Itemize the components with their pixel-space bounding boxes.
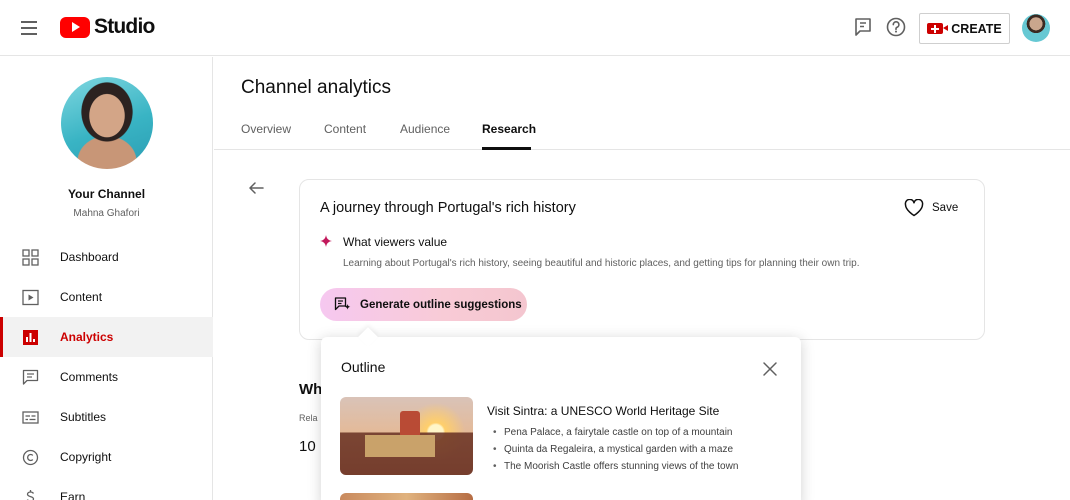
- outline-title: Outline: [341, 359, 386, 375]
- save-label: Save: [932, 202, 959, 214]
- sidebar-item-analytics[interactable]: Analytics: [0, 317, 213, 357]
- subtitles-icon: [22, 411, 39, 424]
- viewers-value-text: Learning about Portugal's rich history, …: [343, 258, 860, 269]
- outline-bullet: Quinta da Regaleira, a mystical garden w…: [493, 441, 738, 458]
- save-button[interactable]: Save: [904, 199, 958, 217]
- tab-audience[interactable]: Audience: [400, 122, 450, 136]
- viewers-value-heading: What viewers value: [343, 235, 448, 249]
- topic-title: A journey through Portugal's rich histor…: [320, 200, 576, 216]
- analytics-tabs: Overview Content Audience Research: [214, 110, 1070, 150]
- sidebar-item-earn[interactable]: Earn: [0, 477, 213, 500]
- generate-outline-button[interactable]: Generate outline suggestions: [320, 288, 527, 321]
- page-title: Channel analytics: [241, 77, 391, 98]
- close-icon[interactable]: [762, 361, 778, 377]
- analytics-icon: [23, 330, 38, 345]
- back-arrow-icon[interactable]: [246, 178, 266, 198]
- feedback-icon[interactable]: [852, 16, 874, 38]
- sidebar-item-label: Dashboard: [60, 250, 119, 264]
- dashboard-icon: [22, 249, 39, 266]
- create-button[interactable]: CREATE: [919, 13, 1010, 44]
- outline-popup: Outline Visit Sintra: a UNESCO World Her…: [321, 337, 801, 500]
- channel-handle: Mahna Ghafori: [73, 208, 140, 219]
- heart-icon: [904, 199, 924, 217]
- outline-item-thumbnail: [340, 493, 473, 500]
- channel-name: Your Channel: [67, 187, 146, 201]
- outline-bullet: Pena Palace, a fairytale castle on top o…: [493, 424, 738, 441]
- sidebar-item-copyright[interactable]: Copyright: [0, 437, 213, 477]
- sidebar-item-label: Analytics: [60, 330, 114, 344]
- generate-outline-label: Generate outline suggestions: [360, 298, 522, 311]
- sidebar-item-comments[interactable]: Comments: [0, 357, 213, 397]
- help-icon[interactable]: [885, 16, 907, 38]
- sidebar: Your Channel Mahna Ghafori Dashboard Con…: [0, 57, 213, 500]
- outline-bullet: The Moorish Castle offers stunning views…: [493, 458, 738, 475]
- section-value: 10: [299, 438, 316, 455]
- sidebar-item-label: Earn: [60, 490, 86, 500]
- video-camera-icon: [927, 23, 949, 34]
- outline-item-title: Visit Sintra: a UNESCO World Heritage Si…: [487, 404, 720, 418]
- youtube-logo-icon: [60, 16, 90, 38]
- sidebar-item-label: Content: [60, 290, 103, 304]
- copyright-icon: [22, 449, 39, 466]
- comments-icon: [22, 369, 39, 385]
- section-heading: Wh: [299, 381, 323, 398]
- active-tab-indicator: [482, 147, 531, 150]
- sidebar-item-content[interactable]: Content: [0, 277, 213, 317]
- research-topic-card: A journey through Portugal's rich histor…: [299, 179, 985, 340]
- section-subtext: Rela: [299, 413, 318, 423]
- tab-content[interactable]: Content: [324, 122, 366, 136]
- earn-icon: [26, 490, 35, 500]
- content-icon: [22, 289, 39, 306]
- sidebar-item-label: Comments: [60, 370, 119, 384]
- top-bar: Studio CREATE: [0, 0, 1070, 56]
- sidebar-item-subtitles[interactable]: Subtitles: [0, 397, 213, 437]
- logo-text: Studio: [94, 15, 155, 38]
- menu-icon[interactable]: [18, 16, 42, 40]
- create-label: CREATE: [951, 21, 1002, 36]
- outline-item-thumbnail: [340, 397, 473, 475]
- sparkle-icon: [320, 235, 332, 247]
- tab-overview[interactable]: Overview: [241, 122, 291, 136]
- outline-item-bullets: Pena Palace, a fairytale castle on top o…: [493, 424, 738, 475]
- sidebar-item-dashboard[interactable]: Dashboard: [0, 237, 213, 277]
- account-avatar[interactable]: [1022, 14, 1050, 42]
- channel-avatar[interactable]: [61, 77, 153, 169]
- tab-research[interactable]: Research: [482, 122, 536, 136]
- sidebar-item-label: Subtitles: [60, 410, 107, 424]
- sidebar-item-label: Copyright: [60, 450, 112, 464]
- studio-logo[interactable]: Studio: [60, 14, 155, 40]
- outline-sparkle-icon: [334, 297, 351, 311]
